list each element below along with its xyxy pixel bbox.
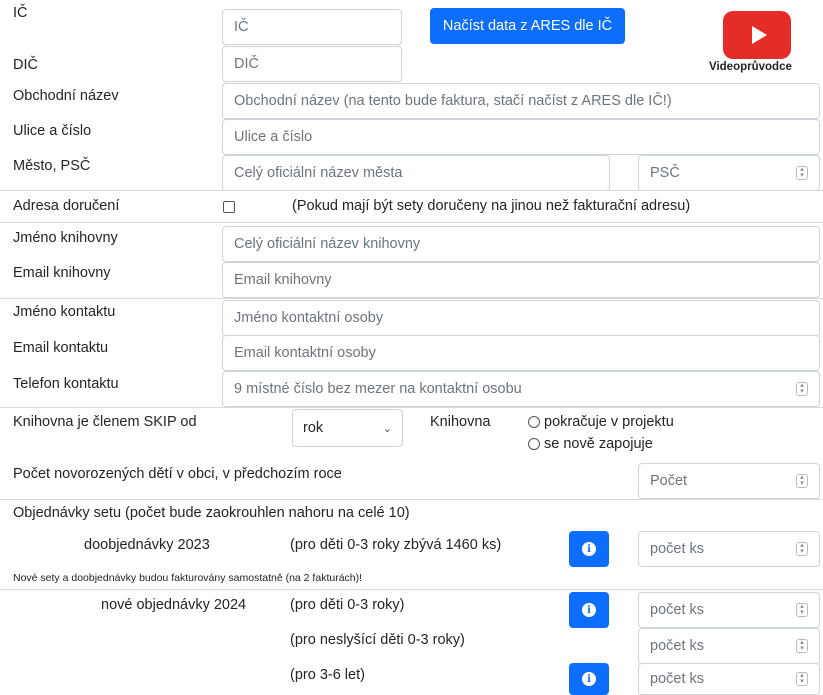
radio-continuing[interactable]: pokračuje v projektu — [528, 414, 674, 430]
divider — [0, 407, 823, 408]
company-name-label: Obchodní název — [13, 88, 119, 104]
chevron-down-icon: ⌄ — [382, 422, 392, 435]
video-guide-button[interactable] — [723, 11, 791, 59]
info-button[interactable]: i — [569, 592, 609, 628]
postal-code-input[interactable]: PSČ ▴ ▾ — [638, 155, 820, 191]
qty-input[interactable]: počet ks ▴ ▾ — [638, 628, 820, 664]
newborn-count-label: Počet novorozených dětí v obci, v předch… — [13, 466, 342, 482]
stepper-icon: ▴ ▾ — [796, 382, 808, 396]
orders-heading: Objednávky setu (počet bude zaokrouhlen … — [13, 505, 410, 521]
skip-member-label: Knihovna je členem SKIP od — [13, 414, 197, 430]
skip-year-select[interactable]: rok ⌄ — [292, 409, 403, 447]
info-icon: i — [582, 672, 596, 686]
delivery-address-checkbox[interactable] — [223, 201, 235, 213]
library-name-label: Jméno knihovny — [13, 230, 118, 246]
city-input[interactable]: Celý oficiální název města — [222, 155, 610, 191]
info-button[interactable]: i — [569, 531, 609, 567]
library-name-input[interactable]: Celý oficiální název knihovny — [222, 226, 820, 262]
dic-label: DIČ — [13, 57, 38, 73]
info-icon: i — [582, 542, 596, 556]
qty-input[interactable]: počet ks ▴ ▾ — [638, 663, 820, 695]
invoice-notice: Nové sety a doobjednávky budou fakturová… — [13, 572, 363, 584]
library-email-label: Email knihovny — [13, 265, 111, 281]
radio-new[interactable]: se nově zapojuje — [528, 436, 653, 452]
city-label: Město, PSČ — [13, 158, 91, 174]
order-row-note: (pro 3-6 let) — [290, 667, 365, 683]
info-button[interactable]: i — [569, 663, 609, 695]
library-status-label: Knihovna — [430, 414, 491, 430]
divider — [0, 190, 823, 191]
newborn-count-input[interactable]: Počet ▴ ▾ — [638, 463, 820, 499]
stepper-icon: ▴ ▾ — [796, 542, 808, 556]
play-icon — [751, 26, 767, 44]
dic-input[interactable]: DIČ — [222, 46, 402, 82]
stepper-icon: ▴ ▾ — [796, 603, 808, 617]
contact-phone-input[interactable]: 9 místné číslo bez mezer na kontaktní os… — [222, 371, 820, 407]
library-email-input[interactable]: Email knihovny — [222, 262, 820, 298]
new-orders-label: nové objednávky 2024 — [101, 597, 247, 613]
divider — [0, 222, 823, 223]
info-icon: i — [582, 603, 596, 617]
street-input[interactable]: Ulice a číslo — [222, 119, 820, 155]
video-guide-label: Videoprůvodce — [709, 61, 792, 73]
ic-input[interactable]: IČ — [222, 9, 402, 45]
contact-email-input[interactable]: Email kontaktní osoby — [222, 335, 820, 371]
ic-label: IČ — [13, 5, 28, 21]
additional-orders-label: doobjednávky 2023 — [84, 537, 210, 553]
additional-qty-input[interactable]: počet ks ▴ ▾ — [638, 531, 820, 567]
stepper-icon: ▴ ▾ — [796, 166, 808, 180]
delivery-address-label: Adresa doručení — [13, 198, 120, 214]
order-row-note: (pro neslyšící děti 0-3 roky) — [290, 632, 465, 648]
company-name-input[interactable]: Obchodní název (na tento bude faktura, s… — [222, 83, 820, 119]
qty-input[interactable]: počet ks ▴ ▾ — [638, 592, 820, 628]
ares-load-button[interactable]: Načíst data z ARES dle IČ — [430, 8, 625, 44]
stepper-icon: ▴ ▾ — [796, 672, 808, 686]
contact-name-label: Jméno kontaktu — [13, 304, 116, 320]
divider — [0, 298, 823, 299]
stepper-icon: ▴ ▾ — [796, 474, 808, 488]
divider — [0, 589, 823, 590]
delivery-address-note: (Pokud mají být sety doručeny na jinou n… — [292, 198, 691, 214]
radio-circle-icon — [528, 438, 540, 450]
additional-orders-note: (pro děti 0-3 roky zbývá 1460 ks) — [290, 537, 502, 553]
contact-name-input[interactable]: Jméno kontaktní osoby — [222, 300, 820, 336]
stepper-icon: ▴ ▾ — [796, 639, 808, 653]
street-label: Ulice a číslo — [13, 123, 92, 139]
order-row-note: (pro děti 0-3 roky) — [290, 597, 405, 613]
contact-email-label: Email kontaktu — [13, 340, 109, 356]
contact-phone-label: Telefon kontaktu — [13, 376, 119, 392]
divider — [0, 499, 823, 500]
radio-circle-icon — [528, 416, 540, 428]
